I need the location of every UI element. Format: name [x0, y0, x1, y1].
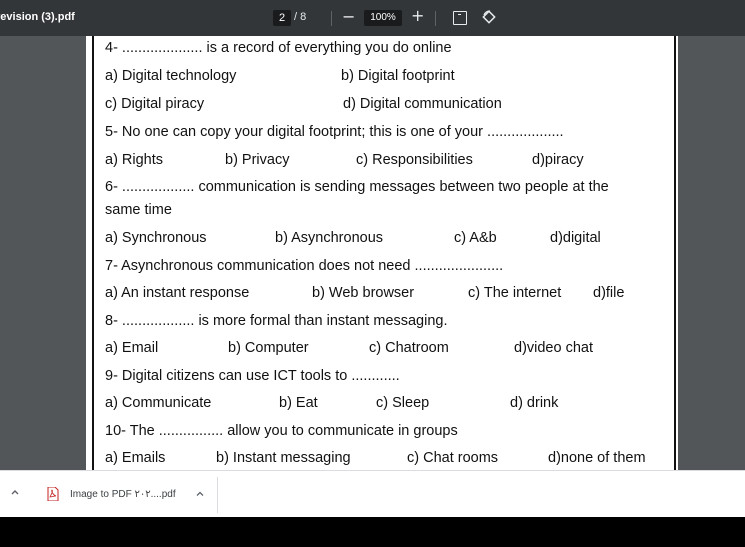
fit-page-icon[interactable] [453, 11, 467, 25]
option-6d: d)digital [550, 230, 601, 246]
downloads-bar: Image to PDF ٢٠٢....pdf [0, 470, 745, 517]
toolbar-divider [331, 11, 332, 26]
option-10a: a) Emails [105, 450, 166, 466]
option-6b: b) Asynchronous [275, 230, 384, 246]
option-9a: a) Communicate [105, 395, 212, 411]
option-4b: b) Digital footprint [341, 68, 455, 84]
option-6a: a) Synchronous [105, 230, 207, 246]
pdf-file-icon [47, 487, 59, 501]
option-7c: c) The internet [468, 285, 562, 301]
option-8c: c) Chatroom [369, 340, 449, 356]
pdf-toolbar: revision (3).pdf 2 / 8 − 100% + [0, 0, 745, 36]
document-title: revision (3).pdf [0, 11, 75, 23]
document-viewer[interactable]: 4- .................... is a record of e… [0, 36, 745, 470]
zoom-level-input[interactable]: 100% [364, 10, 402, 26]
download-file-name: Image to PDF ٢٠٢....pdf [70, 489, 176, 500]
option-7b: b) Web browser [312, 285, 415, 301]
option-10c: c) Chat rooms [407, 450, 499, 466]
page-border-right [674, 36, 676, 470]
toolbar-divider [435, 11, 436, 26]
question-10: 10- The ................ allow you to co… [105, 423, 458, 439]
question-8: 8- .................. is more formal tha… [105, 313, 448, 329]
question-5: 5- No one can copy your digital footprin… [105, 124, 564, 140]
option-7d: d)file [593, 285, 625, 301]
question-7: 7- Asynchronous communication does not n… [105, 258, 504, 274]
option-5c: c) Responsibilities [356, 152, 473, 168]
option-4d: d) Digital communication [343, 96, 502, 112]
option-5b: b) Privacy [225, 152, 290, 168]
option-10d: d)none of them [548, 450, 646, 466]
option-9c: c) Sleep [376, 395, 430, 411]
download-item[interactable]: Image to PDF ٢٠٢....pdf [35, 477, 218, 513]
option-8b: b) Computer [228, 340, 309, 356]
taskbar-strip [0, 517, 745, 547]
option-5a: a) Rights [105, 152, 164, 168]
question-9: 9- Digital citizens can use ICT tools to… [105, 368, 400, 384]
option-4c: c) Digital piracy [105, 96, 205, 112]
option-6c: c) A&b [454, 230, 497, 246]
page-number-input[interactable]: 2 [273, 10, 291, 26]
option-8a: a) Email [105, 340, 159, 356]
page-count: / 8 [294, 11, 307, 23]
chevron-up-icon[interactable] [9, 486, 21, 498]
option-7a: a) An instant response [105, 285, 250, 301]
pdf-page: 4- .................... is a record of e… [86, 36, 678, 470]
option-8d: d)video chat [514, 340, 593, 356]
option-5d: d)piracy [532, 152, 584, 168]
option-9d: d) drink [510, 395, 559, 411]
chevron-up-icon[interactable] [195, 489, 205, 499]
question-4: 4- .................... is a record of e… [105, 40, 452, 56]
zoom-out-button[interactable]: − [342, 8, 355, 26]
option-10b: b) Instant messaging [216, 450, 351, 466]
question-6: 6- .................. communication is s… [105, 179, 609, 195]
page-border-left [92, 36, 94, 470]
option-9b: b) Eat [279, 395, 318, 411]
question-6-continued: same time [105, 202, 172, 218]
option-4a: a) Digital technology [105, 68, 237, 84]
rotate-icon[interactable] [481, 9, 497, 25]
zoom-in-button[interactable]: + [411, 7, 424, 25]
